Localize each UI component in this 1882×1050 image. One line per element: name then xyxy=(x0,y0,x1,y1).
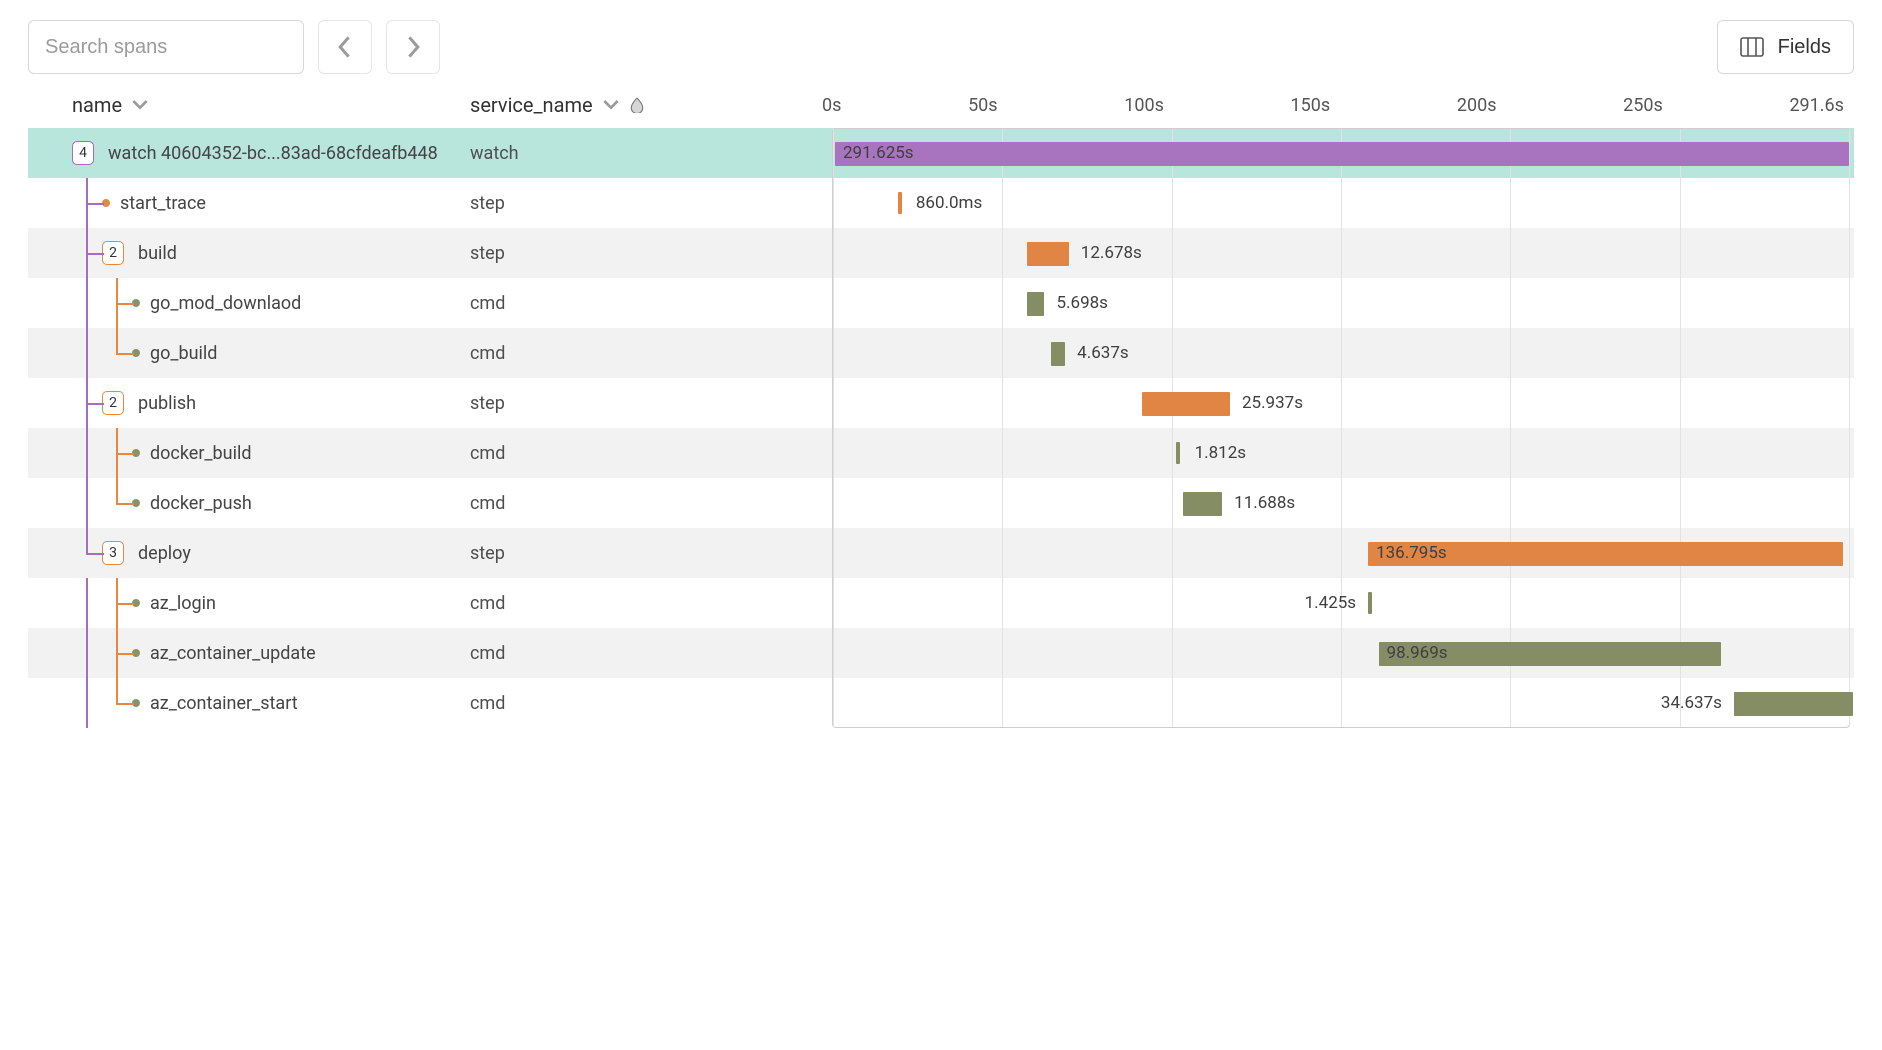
span-row[interactable]: 2 publish step xyxy=(28,378,1854,428)
span-name: build xyxy=(138,243,177,264)
service-name: cmd xyxy=(470,343,742,364)
service-name: cmd xyxy=(470,493,742,514)
chevron-right-icon xyxy=(404,35,422,59)
span-row[interactable]: 3 deploy step xyxy=(28,528,1854,578)
timeline-cell xyxy=(742,628,1854,678)
tick-label: 100s xyxy=(1124,95,1164,116)
timeline-header: 0s 50s 100s 150s 200s 250s 291.6s xyxy=(742,95,1854,116)
span-name: az_container_start xyxy=(150,693,298,714)
span-name: deploy xyxy=(138,543,191,564)
span-rows: 291.625s860.0ms12.678s5.698s4.637s25.937… xyxy=(28,128,1854,728)
service-name: step xyxy=(470,393,742,414)
timeline-cell xyxy=(742,678,1854,728)
span-name: watch 40604352-bc...83ad-68cfdeafb448 xyxy=(108,143,438,164)
timeline-cell xyxy=(742,178,1854,228)
expand-badge[interactable]: 2 xyxy=(102,241,124,265)
filter-icon xyxy=(629,97,645,113)
span-row[interactable]: docker_push cmd xyxy=(28,478,1854,528)
timeline-cell xyxy=(742,528,1854,578)
chevron-left-icon xyxy=(336,35,354,59)
span-row[interactable]: 2 build step xyxy=(28,228,1854,278)
timeline-cell xyxy=(742,278,1854,328)
span-name: start_trace xyxy=(120,193,206,214)
expand-badge[interactable]: 2 xyxy=(102,391,124,415)
span-row[interactable]: start_trace step xyxy=(28,178,1854,228)
span-row[interactable]: az_container_update cmd xyxy=(28,628,1854,678)
service-name: cmd xyxy=(470,443,742,464)
service-name: watch xyxy=(470,143,742,164)
span-name: publish xyxy=(138,393,196,414)
tick-label: 150s xyxy=(1291,95,1331,116)
column-header-name[interactable]: name xyxy=(28,93,470,117)
service-name: step xyxy=(470,543,742,564)
tick-label: 291.6s xyxy=(1789,95,1844,116)
span-name: az_login xyxy=(150,593,216,614)
chevron-down-icon xyxy=(132,97,148,113)
span-name: go_build xyxy=(150,343,217,364)
span-row[interactable]: docker_build cmd xyxy=(28,428,1854,478)
timeline-cell xyxy=(742,328,1854,378)
span-row[interactable]: az_login cmd xyxy=(28,578,1854,628)
timeline-cell xyxy=(742,478,1854,528)
service-name: step xyxy=(470,193,742,214)
timeline-cell xyxy=(742,428,1854,478)
service-name: cmd xyxy=(470,643,742,664)
service-name: cmd xyxy=(470,593,742,614)
timeline-cell xyxy=(742,378,1854,428)
toolbar: Fields xyxy=(28,20,1854,74)
column-name-label: name xyxy=(72,93,122,117)
service-name: cmd xyxy=(470,693,742,714)
fields-label: Fields xyxy=(1778,36,1831,59)
column-header-service[interactable]: service_name xyxy=(470,93,742,117)
timeline-cell xyxy=(742,578,1854,628)
timeline-cell xyxy=(742,128,1854,178)
columns-icon xyxy=(1740,37,1764,57)
tick-label: 250s xyxy=(1623,95,1663,116)
span-row[interactable]: go_build cmd xyxy=(28,328,1854,378)
prev-button[interactable] xyxy=(318,20,372,74)
next-button[interactable] xyxy=(386,20,440,74)
tick-label: 200s xyxy=(1457,95,1497,116)
expand-badge[interactable]: 4 xyxy=(72,141,94,165)
fields-button[interactable]: Fields xyxy=(1717,20,1854,74)
span-row[interactable]: az_container_start cmd xyxy=(28,678,1854,728)
span-name: docker_push xyxy=(150,493,252,514)
span-row[interactable]: 4 watch 40604352-bc...83ad-68cfdeafb448 wa… xyxy=(28,128,1854,178)
timeline-cell xyxy=(742,228,1854,278)
span-row[interactable]: go_mod_downlaod cmd xyxy=(28,278,1854,328)
span-name: docker_build xyxy=(150,443,252,464)
service-name: cmd xyxy=(470,293,742,314)
span-name: az_container_update xyxy=(150,643,316,664)
tick-label: 0s xyxy=(822,95,841,116)
tick-label: 50s xyxy=(968,95,998,116)
span-name: go_mod_downlaod xyxy=(150,293,301,314)
column-service-label: service_name xyxy=(470,93,593,117)
column-headers: name service_name 0s 50s 100s 150s 200s … xyxy=(28,82,1854,128)
chevron-down-icon xyxy=(603,97,619,113)
search-input[interactable] xyxy=(28,20,304,74)
service-name: step xyxy=(470,243,742,264)
expand-badge[interactable]: 3 xyxy=(102,541,124,565)
